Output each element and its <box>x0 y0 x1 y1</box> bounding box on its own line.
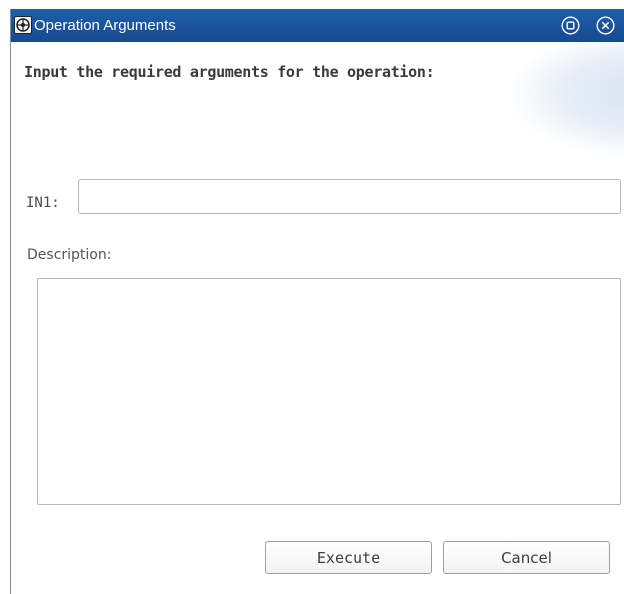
operation-gear-icon <box>14 16 32 34</box>
maximize-circle-icon <box>561 16 580 35</box>
instruction-text: Input the required arguments for the ope… <box>24 63 435 81</box>
maximize-button[interactable] <box>561 16 580 35</box>
cancel-button[interactable]: Cancel <box>443 541 610 574</box>
in1-label: IN1: <box>26 195 60 211</box>
description-label: Description: <box>27 247 112 263</box>
in1-input[interactable] <box>78 179 621 214</box>
close-circle-icon <box>596 16 615 35</box>
close-button[interactable] <box>596 16 615 35</box>
description-textarea[interactable] <box>37 278 621 505</box>
execute-button[interactable]: Execute <box>265 541 432 574</box>
title-bar[interactable]: Operation Arguments <box>11 9 624 42</box>
operation-arguments-dialog: Operation Arguments Input the required a… <box>10 9 624 594</box>
header-decoration <box>511 42 624 157</box>
window-title: Operation Arguments <box>34 17 176 34</box>
